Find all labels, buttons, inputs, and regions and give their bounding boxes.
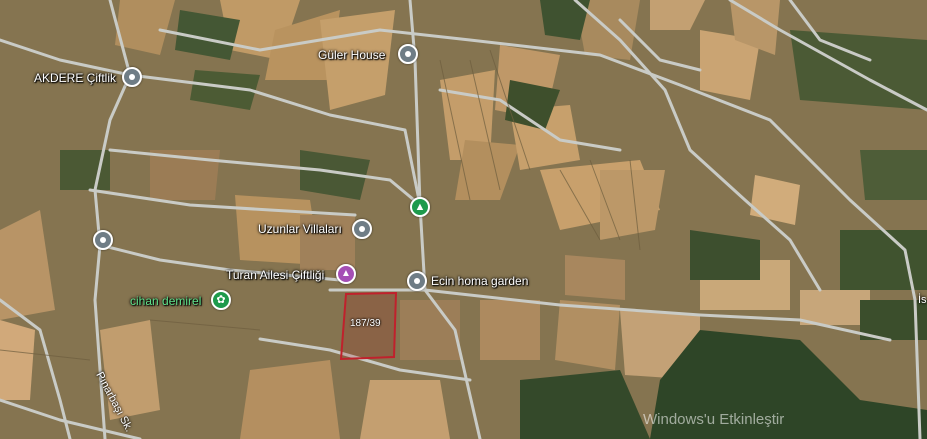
road-label-edge: İs	[918, 294, 927, 306]
location-pin-icon[interactable]	[93, 230, 113, 250]
location-pin-icon[interactable]	[122, 67, 142, 87]
map-imagery[interactable]	[0, 0, 927, 439]
parcel-label: 187/39	[350, 318, 381, 329]
place-label-ecin[interactable]: Ecin homa garden	[431, 274, 528, 288]
location-pin-icon[interactable]	[398, 44, 418, 64]
place-label-cihan[interactable]: cihan demirel	[130, 294, 201, 308]
satellite-map[interactable]: Güler House AKDERE Çiftlik ▲ Uzunlar Vil…	[0, 0, 927, 439]
location-pin-icon[interactable]	[352, 219, 372, 239]
location-pin-icon[interactable]	[407, 271, 427, 291]
event-venue-icon[interactable]: ▲	[336, 264, 356, 284]
place-label-guler-house[interactable]: Güler House	[318, 48, 385, 62]
place-label-uzunlar[interactable]: Uzunlar Villaları	[258, 222, 342, 236]
place-label-turan[interactable]: Turan Ailesi Çiftliği	[226, 268, 324, 282]
place-label-akdere[interactable]: AKDERE Çiftlik	[34, 71, 116, 85]
park-tree-icon[interactable]: ▲	[410, 197, 430, 217]
business-flower-icon[interactable]: ✿	[211, 290, 231, 310]
activation-watermark: Windows'u Etkinleştir	[643, 411, 785, 428]
